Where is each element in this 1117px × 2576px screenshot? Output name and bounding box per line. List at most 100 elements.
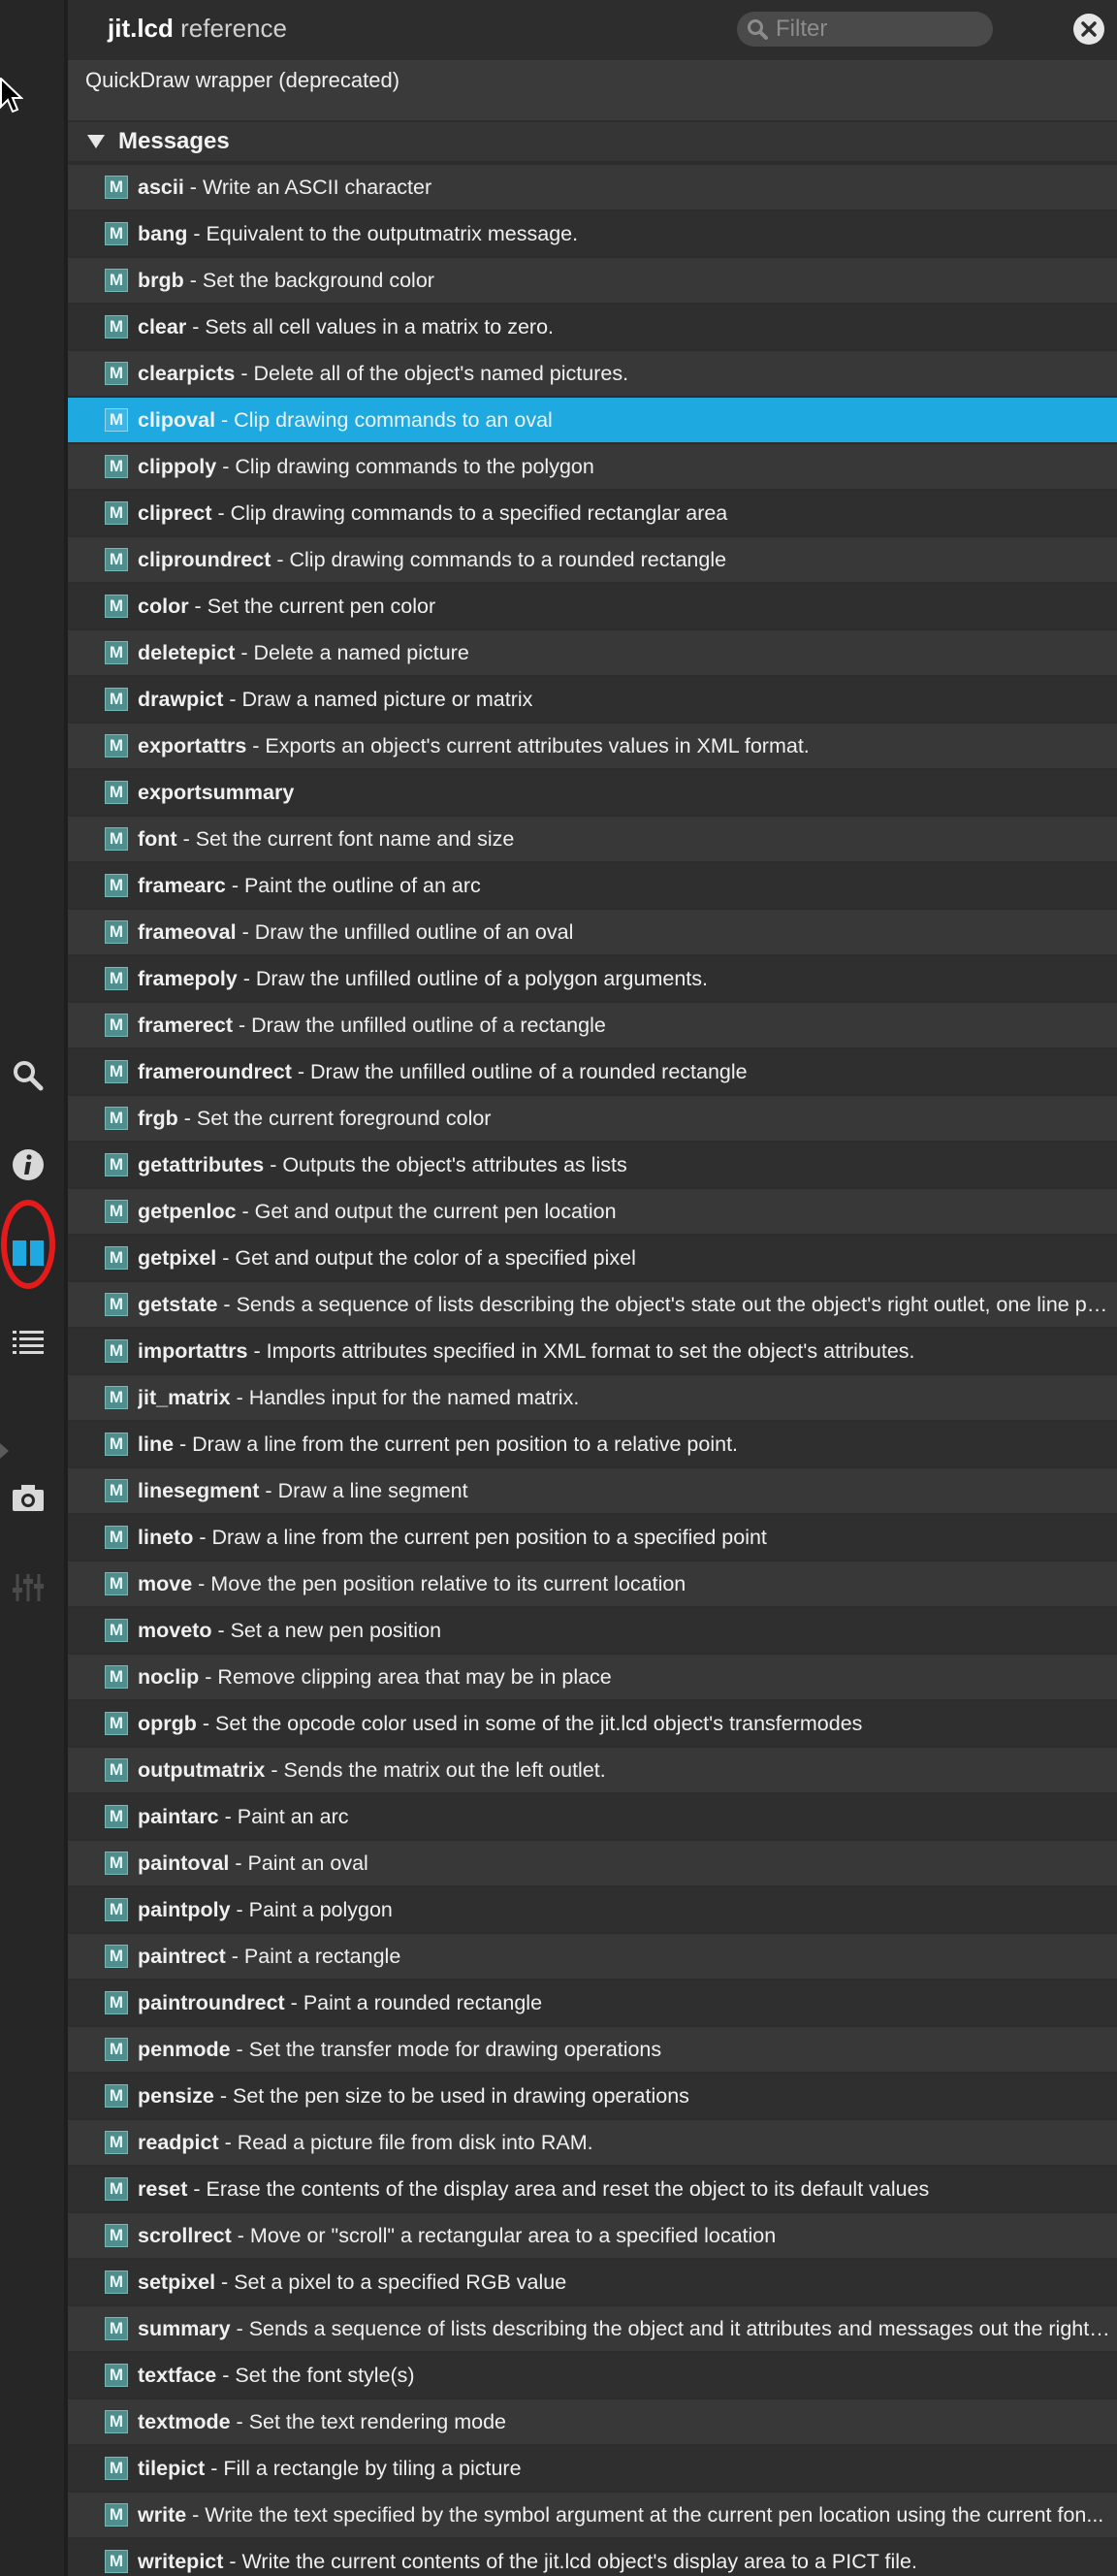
mixer-icon[interactable] [9, 1568, 48, 1607]
left-toolbar [0, 0, 68, 2576]
message-description: Draw a line from the current pen positio… [192, 1432, 739, 1456]
message-row-linesegment[interactable]: Mlinesegment - Draw a line segment [68, 1468, 1117, 1513]
message-row-getpenloc[interactable]: Mgetpenloc - Get and output the current … [68, 1189, 1117, 1234]
disclosure-triangle-icon[interactable] [87, 135, 105, 148]
message-separator: - [264, 1152, 283, 1176]
message-icon: M [105, 548, 128, 571]
message-row-pensize[interactable]: Mpensize - Set the pen size to be used i… [68, 2074, 1117, 2118]
message-name: clippoly [138, 454, 217, 478]
message-description: Imports attributes specified in XML form… [266, 1338, 915, 1363]
message-icon: M [105, 967, 128, 990]
search-icon[interactable] [9, 1056, 48, 1095]
message-description: Sends a sequence of lists describing the… [248, 2316, 1117, 2340]
message-row-textface[interactable]: Mtextface - Set the font style(s) [68, 2353, 1117, 2398]
message-row-reset[interactable]: Mreset - Erase the contents of the displ… [68, 2167, 1117, 2211]
messages-section-header[interactable]: Messages [68, 122, 1117, 161]
message-row-clear[interactable]: Mclear - Sets all cell values in a matri… [68, 305, 1117, 349]
message-name: framearc [138, 873, 226, 897]
message-row-font[interactable]: Mfont - Set the current font name and si… [68, 817, 1117, 861]
message-row-clipoval[interactable]: Mclipoval - Clip drawing commands to an … [68, 398, 1117, 442]
message-description: Erase the contents of the display area a… [206, 2176, 930, 2201]
message-row-moveto[interactable]: Mmoveto - Set a new pen position [68, 1608, 1117, 1653]
message-row-getpixel[interactable]: Mgetpixel - Get and output the color of … [68, 1236, 1117, 1280]
message-row-deletepict[interactable]: Mdeletepict - Delete a named picture [68, 630, 1117, 675]
message-description: Clip drawing commands to the polygon [235, 454, 594, 478]
message-name: font [138, 826, 177, 851]
panel-expander-icon[interactable] [0, 1443, 9, 1459]
message-name: exportattrs [138, 733, 247, 757]
message-row-outputmatrix[interactable]: Moutputmatrix - Sends the matrix out the… [68, 1748, 1117, 1792]
message-row-lineto[interactable]: Mlineto - Draw a line from the current p… [68, 1515, 1117, 1560]
message-row-frameroundrect[interactable]: Mframeroundrect - Draw the unfilled outl… [68, 1049, 1117, 1094]
filter-box[interactable] [737, 12, 993, 47]
message-row-writepict[interactable]: Mwritepict - Write the current contents … [68, 2539, 1117, 2576]
message-row-drawpict[interactable]: Mdrawpict - Draw a named picture or matr… [68, 677, 1117, 722]
message-row-cliprect[interactable]: Mcliprect - Clip drawing commands to a s… [68, 491, 1117, 535]
message-row-paintarc[interactable]: Mpaintarc - Paint an arc [68, 1794, 1117, 1839]
message-row-oprgb[interactable]: Moprgb - Set the opcode color used in so… [68, 1701, 1117, 1746]
message-row-brgb[interactable]: Mbrgb - Set the background color [68, 258, 1117, 303]
message-text: textface - Set the font style(s) [138, 2364, 1117, 2388]
message-row-frgb[interactable]: Mfrgb - Set the current foreground color [68, 1096, 1117, 1141]
message-row-color[interactable]: Mcolor - Set the current pen color [68, 584, 1117, 628]
message-row-paintroundrect[interactable]: Mpaintroundrect - Paint a rounded rectan… [68, 1980, 1117, 2025]
message-text: tilepict - Fill a rectangle by tiling a … [138, 2457, 1117, 2481]
message-row-bang[interactable]: Mbang - Equivalent to the outputmatrix m… [68, 211, 1117, 256]
message-row-paintoval[interactable]: Mpaintoval - Paint an oval [68, 1841, 1117, 1885]
message-row-exportsummary[interactable]: Mexportsummary [68, 770, 1117, 815]
message-row-ascii[interactable]: Mascii - Write an ASCII character [68, 165, 1117, 209]
message-name: getpenloc [138, 1199, 237, 1223]
message-row-jit-matrix[interactable]: Mjit_matrix - Handles input for the name… [68, 1375, 1117, 1420]
message-row-penmode[interactable]: Mpenmode - Set the transfer mode for dra… [68, 2027, 1117, 2072]
message-row-framerect[interactable]: Mframerect - Draw the unfilled outline o… [68, 1003, 1117, 1047]
message-name: cliproundrect [138, 547, 271, 571]
message-row-scrollrect[interactable]: Mscrollrect - Move or "scroll" a rectang… [68, 2213, 1117, 2258]
message-row-getstate[interactable]: Mgetstate - Sends a sequence of lists de… [68, 1282, 1117, 1327]
message-row-framepoly[interactable]: Mframepoly - Draw the unfilled outline o… [68, 956, 1117, 1001]
message-name: getattributes [138, 1152, 265, 1176]
message-row-setpixel[interactable]: Msetpixel - Set a pixel to a specified R… [68, 2260, 1117, 2304]
message-text: moveto - Set a new pen position [138, 1619, 1117, 1643]
message-separator: - [186, 314, 206, 338]
message-description: Equivalent to the outputmatrix message. [206, 221, 579, 245]
message-row-clippoly[interactable]: Mclippoly - Clip drawing commands to the… [68, 444, 1117, 489]
message-row-move[interactable]: Mmove - Move the pen position relative t… [68, 1562, 1117, 1606]
filter-input[interactable] [774, 15, 972, 44]
list-icon[interactable] [9, 1323, 48, 1362]
message-text: paintpoly - Paint a polygon [138, 1898, 1117, 1922]
message-description: Set the transfer mode for drawing operat… [248, 2037, 662, 2061]
message-icon: M [105, 595, 128, 618]
message-name: clearpicts [138, 361, 236, 385]
message-icon: M [105, 222, 128, 245]
message-separator: - [235, 640, 254, 664]
message-description: Write the text specified by the symbol a… [205, 2502, 1104, 2527]
snapshot-icon[interactable] [9, 1479, 48, 1518]
message-row-textmode[interactable]: Mtextmode - Set the text rendering mode [68, 2399, 1117, 2444]
message-row-paintpoly[interactable]: Mpaintpoly - Paint a polygon [68, 1887, 1117, 1932]
message-row-write[interactable]: Mwrite - Write the text specified by the… [68, 2493, 1117, 2537]
message-row-exportattrs[interactable]: Mexportattrs - Exports an object's curre… [68, 724, 1117, 768]
message-row-tilepict[interactable]: Mtilepict - Fill a rectangle by tiling a… [68, 2446, 1117, 2491]
message-icon: M [105, 1898, 128, 1921]
message-row-cliproundrect[interactable]: Mcliproundrect - Clip drawing commands t… [68, 537, 1117, 582]
message-row-line[interactable]: Mline - Draw a line from the current pen… [68, 1422, 1117, 1466]
message-row-importattrs[interactable]: Mimportattrs - Imports attributes specif… [68, 1329, 1117, 1373]
message-text: getpixel - Get and output the color of a… [138, 1246, 1117, 1271]
message-icon: M [105, 1293, 128, 1316]
message-row-readpict[interactable]: Mreadpict - Read a picture file from dis… [68, 2120, 1117, 2165]
message-description: Remove clipping area that may be in plac… [217, 1664, 612, 1689]
message-text: font - Set the current font name and siz… [138, 827, 1117, 852]
message-text: ascii - Write an ASCII character [138, 176, 1117, 200]
close-icon[interactable] [1073, 14, 1104, 45]
message-row-getattributes[interactable]: Mgetattributes - Outputs the object's at… [68, 1143, 1117, 1187]
message-text: frameroundrect - Draw the unfilled outli… [138, 1060, 1117, 1084]
info-icon[interactable] [9, 1145, 48, 1184]
message-row-framearc[interactable]: Mframearc - Paint the outline of an arc [68, 863, 1117, 908]
message-row-paintrect[interactable]: Mpaintrect - Paint a rectangle [68, 1934, 1117, 1979]
message-icon: M [105, 1339, 128, 1363]
message-row-noclip[interactable]: Mnoclip - Remove clipping area that may … [68, 1655, 1117, 1699]
message-row-frameoval[interactable]: Mframeoval - Draw the unfilled outline o… [68, 910, 1117, 954]
message-name: textmode [138, 2409, 231, 2433]
message-row-clearpicts[interactable]: Mclearpicts - Delete all of the object's… [68, 351, 1117, 396]
message-row-summary[interactable]: Msummary - Sends a sequence of lists des… [68, 2306, 1117, 2351]
